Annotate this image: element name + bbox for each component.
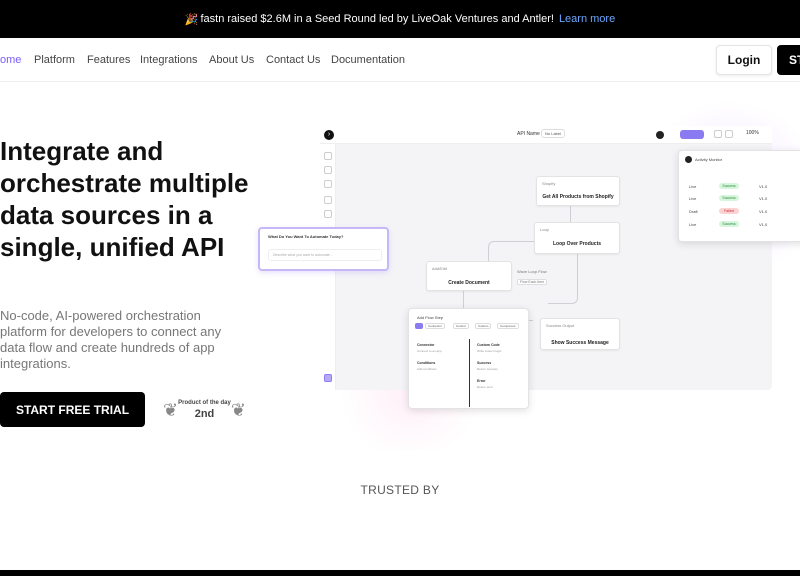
row-version: V1.0 <box>759 184 768 189</box>
node-create-document: Add/Edit Create Document <box>426 261 512 291</box>
home-icon <box>324 152 332 160</box>
row-version: V1.0 <box>759 196 768 201</box>
activity-table-card: Activity Monitor Live Success V1.0 Live … <box>678 150 800 242</box>
chip-active <box>415 323 423 329</box>
node-tag: Loop <box>540 227 549 232</box>
table-row: Live Success V1.0 <box>689 183 800 191</box>
row-method: Live <box>689 196 697 201</box>
bottom-bar <box>0 570 800 576</box>
nav-item-integrations[interactable]: Integrations <box>140 54 197 66</box>
flow-item-sub: Connect to an app <box>417 349 442 353</box>
app-toolbar: › API Name No Label 100% <box>320 126 772 144</box>
nav-item-features[interactable]: Features <box>87 54 130 66</box>
automation-prompt-card: What Do You Want To Automate Today? Desc… <box>258 227 389 271</box>
laurel-left-icon: ❦ <box>163 400 179 420</box>
row-method: Draft <box>689 209 698 214</box>
prompt-question: What Do You Want To Automate Today? <box>268 234 344 239</box>
api-name-label: API Name <box>517 131 540 137</box>
flow-item: Conditions <box>417 361 436 365</box>
hero-title: Integrate and orchestrate multiple data … <box>0 136 249 262</box>
flow-item-sub: Return success <box>477 367 498 371</box>
status-badge: Success <box>719 183 739 189</box>
fastn-logo-icon: › <box>324 130 334 140</box>
chip: Connector <box>425 323 445 329</box>
flow-card-title: Add Flow Step <box>417 315 444 320</box>
table-header: Activity Monitor <box>695 157 723 162</box>
node-tag: Shopify <box>542 181 556 186</box>
node-shopify: Shopify Get All Products from Shopify <box>536 176 620 206</box>
party-icon: 🎉 <box>184 13 199 26</box>
node-title: Loop Over Products <box>552 241 602 247</box>
chip: Component <box>497 323 519 329</box>
product-of-the-day-badge[interactable]: ❦ Product of the day 2nd ❦ <box>163 396 246 426</box>
nav-item-documentation[interactable]: Documentation <box>331 54 405 66</box>
flow-item: Success <box>477 361 492 365</box>
divider <box>469 339 470 407</box>
flow-item: Error <box>477 379 486 383</box>
laurel-right-icon: ❦ <box>230 400 246 420</box>
chip: Control <box>453 323 469 329</box>
table-row: Live Success V1.0 <box>689 195 800 203</box>
prompt-input: Describe what you want to automate... <box>268 249 382 261</box>
hero-subtitle: No-code, AI-powered orchestration platfo… <box>0 308 222 371</box>
users-icon <box>324 210 332 218</box>
add-flow-step-card: Add Flow Step Connector Control Custom C… <box>408 308 529 409</box>
toggle-icon <box>656 131 664 139</box>
status-badge: Success <box>719 221 739 227</box>
zoom-level: 100% <box>746 130 759 136</box>
nav-item-contact[interactable]: Contact Us <box>266 54 320 66</box>
flows-icon <box>324 166 332 174</box>
connector-line <box>548 254 578 304</box>
node-tag: Add/Edit <box>432 266 448 271</box>
row-method: Live <box>689 184 697 189</box>
table-row: Live Success V1.0 <box>689 221 800 229</box>
share-icon <box>725 130 733 138</box>
flow-item-sub: Add conditions <box>417 367 437 371</box>
table-row: Draft Failed V1.0 <box>689 208 800 216</box>
announcement-banner: 🎉 fastn raised $2.6M in a Seed Round led… <box>0 0 800 38</box>
node-title: Show Success Message <box>551 340 609 346</box>
assistant-icon <box>324 374 332 382</box>
loop-flow-value: Flow Each Item <box>517 279 548 285</box>
top-nav: ome Platform Features Integrations About… <box>0 38 800 82</box>
node-tag: Success Output <box>546 323 575 328</box>
row-version: V1.0 <box>759 209 768 214</box>
data-icon <box>324 180 332 188</box>
nav-item-home[interactable]: ome <box>0 54 21 66</box>
flow-item-sub: Write custom logic <box>477 349 502 353</box>
login-button[interactable]: Login <box>716 45 772 75</box>
row-version: V1.0 <box>759 222 768 227</box>
status-badge: Failed <box>719 208 739 214</box>
chip: Custom <box>475 323 492 329</box>
node-title: Get All Products from Shopify <box>542 194 614 200</box>
node-success-message: Success Output Show Success Message <box>540 318 620 350</box>
avatar <box>685 156 692 163</box>
flow-item: Connector <box>417 343 435 347</box>
nav-item-about[interactable]: About Us <box>209 54 254 66</box>
start-free-trial-button[interactable]: START FREE TRIAL <box>0 392 145 427</box>
status-badge: Success <box>719 195 739 201</box>
flow-item: Custom Code <box>477 343 500 347</box>
code-icon <box>324 196 332 204</box>
settings-icon <box>714 130 722 138</box>
nav-item-platform[interactable]: Platform <box>34 54 75 66</box>
trusted-by-heading: TRUSTED BY <box>360 483 440 497</box>
api-name-select: No Label <box>541 129 566 138</box>
loop-flow-label: Wave Loop Flow <box>517 269 547 274</box>
flow-item-sub: Return error <box>477 385 494 389</box>
banner-text: fastn raised $2.6M in a Seed Round led b… <box>200 13 554 25</box>
deploy-icon <box>680 130 704 139</box>
row-method: Live <box>689 222 697 227</box>
node-title: Create Document <box>448 280 490 286</box>
learn-more-link[interactable]: Learn more <box>559 13 615 25</box>
node-loop: Loop Loop Over Products <box>534 222 620 254</box>
start-button-top[interactable]: ST <box>777 45 800 75</box>
